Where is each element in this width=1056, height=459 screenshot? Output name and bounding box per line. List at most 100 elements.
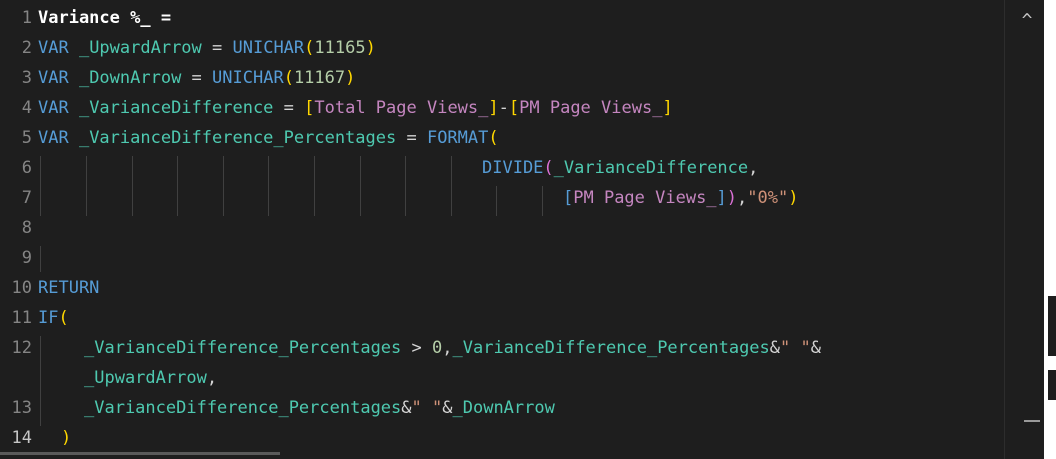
code-line-12: _VarianceDifference_Percentages > 0,_Var… xyxy=(84,333,821,363)
identifier: _UpwardArrow xyxy=(84,368,207,388)
number: 11165 xyxy=(314,38,366,58)
bracket: ( xyxy=(304,38,315,58)
keyword: RETURN xyxy=(38,278,100,298)
operator: & xyxy=(769,338,781,358)
bracket: [ xyxy=(563,188,574,208)
bracket: ) xyxy=(345,68,356,88)
identifier: _DownArrow xyxy=(68,68,182,88)
indent-guide xyxy=(451,156,452,216)
bracket: ( xyxy=(488,128,499,148)
operator: & xyxy=(810,338,821,358)
code-line-2: VAR _UpwardArrow = UNICHAR(11165) xyxy=(38,33,376,63)
operator: , xyxy=(748,158,759,178)
bracket: ) xyxy=(61,428,72,448)
operator: = xyxy=(396,128,427,148)
measure-ref: PM Page Views_ xyxy=(519,98,663,118)
number: 0 xyxy=(432,338,443,358)
bracket: ( xyxy=(283,68,294,88)
bracket: [ xyxy=(304,98,315,118)
indent-guide xyxy=(132,156,133,216)
line-number: 4 xyxy=(21,98,32,118)
code-line-3: VAR _DownArrow = UNICHAR(11167) xyxy=(38,63,355,93)
code-line-1: Variance %_ = xyxy=(38,3,171,33)
indent-guide xyxy=(314,156,315,216)
code-line-7: [PM Page Views_]),"0%") xyxy=(563,183,799,213)
bracket: ( xyxy=(58,308,69,328)
bracket: [ xyxy=(508,98,520,118)
bracket: ( xyxy=(543,158,554,178)
identifier: _UpwardArrow xyxy=(68,38,202,58)
bracket: ] xyxy=(488,98,499,118)
identifier: _VarianceDifference_Percentages xyxy=(84,398,402,418)
bracket: ] xyxy=(716,188,727,208)
measure-ref: Total Page Views_ xyxy=(314,98,489,118)
scroll-up-icon[interactable]: ^ xyxy=(1010,6,1044,36)
string: " " xyxy=(780,338,811,358)
line-number: 2 xyxy=(21,38,32,58)
bracket: ) xyxy=(365,38,376,58)
operator: > xyxy=(401,338,432,358)
keyword: VAR xyxy=(38,68,69,88)
indent-guide xyxy=(223,156,224,216)
indent-guide xyxy=(40,246,41,272)
bracket: ) xyxy=(788,188,799,208)
keyword: VAR xyxy=(38,98,69,118)
keyword: VAR xyxy=(38,38,69,58)
line-number: 5 xyxy=(21,128,32,148)
identifier: _DownArrow xyxy=(452,398,555,418)
vertical-scrollbar[interactable] xyxy=(1004,0,1045,459)
number: 11167 xyxy=(293,68,346,88)
operator: = xyxy=(201,38,233,58)
operator: & xyxy=(401,398,412,418)
code-line-14: ) xyxy=(61,423,71,453)
identifier: _VarianceDifference xyxy=(553,158,749,178)
indent-guide xyxy=(268,156,269,216)
bracket: ) xyxy=(726,188,738,208)
code-line-6: DIVIDE(_VarianceDifference, xyxy=(482,153,758,183)
bracket: ] xyxy=(662,98,673,118)
operator: , xyxy=(442,338,453,358)
measure-ref: PM Page Views_ xyxy=(573,188,717,208)
operator: , xyxy=(206,368,218,388)
string: " " xyxy=(411,398,443,418)
line-number: 13 xyxy=(11,398,32,418)
string: "0%" xyxy=(747,188,789,208)
code-line-5: VAR _VarianceDifference_Percentages = FO… xyxy=(38,123,499,153)
operator: - xyxy=(498,98,509,118)
identifier: _VarianceDifference_Percentages xyxy=(68,128,397,148)
operator: = xyxy=(150,8,172,28)
identifier: _VarianceDifference xyxy=(68,98,274,118)
code-line-13: _VarianceDifference_Percentages&" "&_Dow… xyxy=(84,393,555,423)
line-number: 3 xyxy=(21,68,32,88)
keyword: VAR xyxy=(38,128,69,148)
identifier: _VarianceDifference_Percentages xyxy=(84,338,402,358)
line-number: 12 xyxy=(11,338,32,358)
indent-guide xyxy=(405,156,406,216)
measure-name: Variance %_ xyxy=(38,8,151,28)
code-line-11: IF( xyxy=(38,303,69,333)
edge-block xyxy=(1048,370,1056,400)
indent-guide xyxy=(360,156,361,216)
edge-block xyxy=(1048,296,1056,356)
line-number: 11 xyxy=(11,308,32,328)
scroll-thumb[interactable] xyxy=(1024,420,1040,422)
line-number: 8 xyxy=(21,218,32,238)
operator: = xyxy=(181,68,213,88)
code-line-4: VAR _VarianceDifference = [Total Page Vi… xyxy=(38,93,673,123)
line-number: 9 xyxy=(21,248,32,268)
function: DIVIDE xyxy=(482,158,544,178)
line-number-active: 14 xyxy=(11,428,32,448)
indent-guide xyxy=(177,156,178,216)
operator: & xyxy=(442,398,453,418)
code-editor[interactable]: 1 2 3 4 5 6 7 8 9 10 11 12 13 14 Varianc… xyxy=(0,0,1004,459)
code-line-12-wrap: _UpwardArrow, xyxy=(84,363,217,393)
indent-guide xyxy=(40,156,41,216)
operator: = xyxy=(273,98,305,118)
function: UNICHAR xyxy=(232,38,305,58)
horizontal-scrollbar[interactable] xyxy=(0,452,280,455)
operator: , xyxy=(737,188,748,208)
identifier: _VarianceDifference_Percentages xyxy=(452,338,770,358)
function: IF xyxy=(38,308,59,328)
function: FORMAT xyxy=(426,128,489,148)
line-number: 1 xyxy=(21,8,32,28)
